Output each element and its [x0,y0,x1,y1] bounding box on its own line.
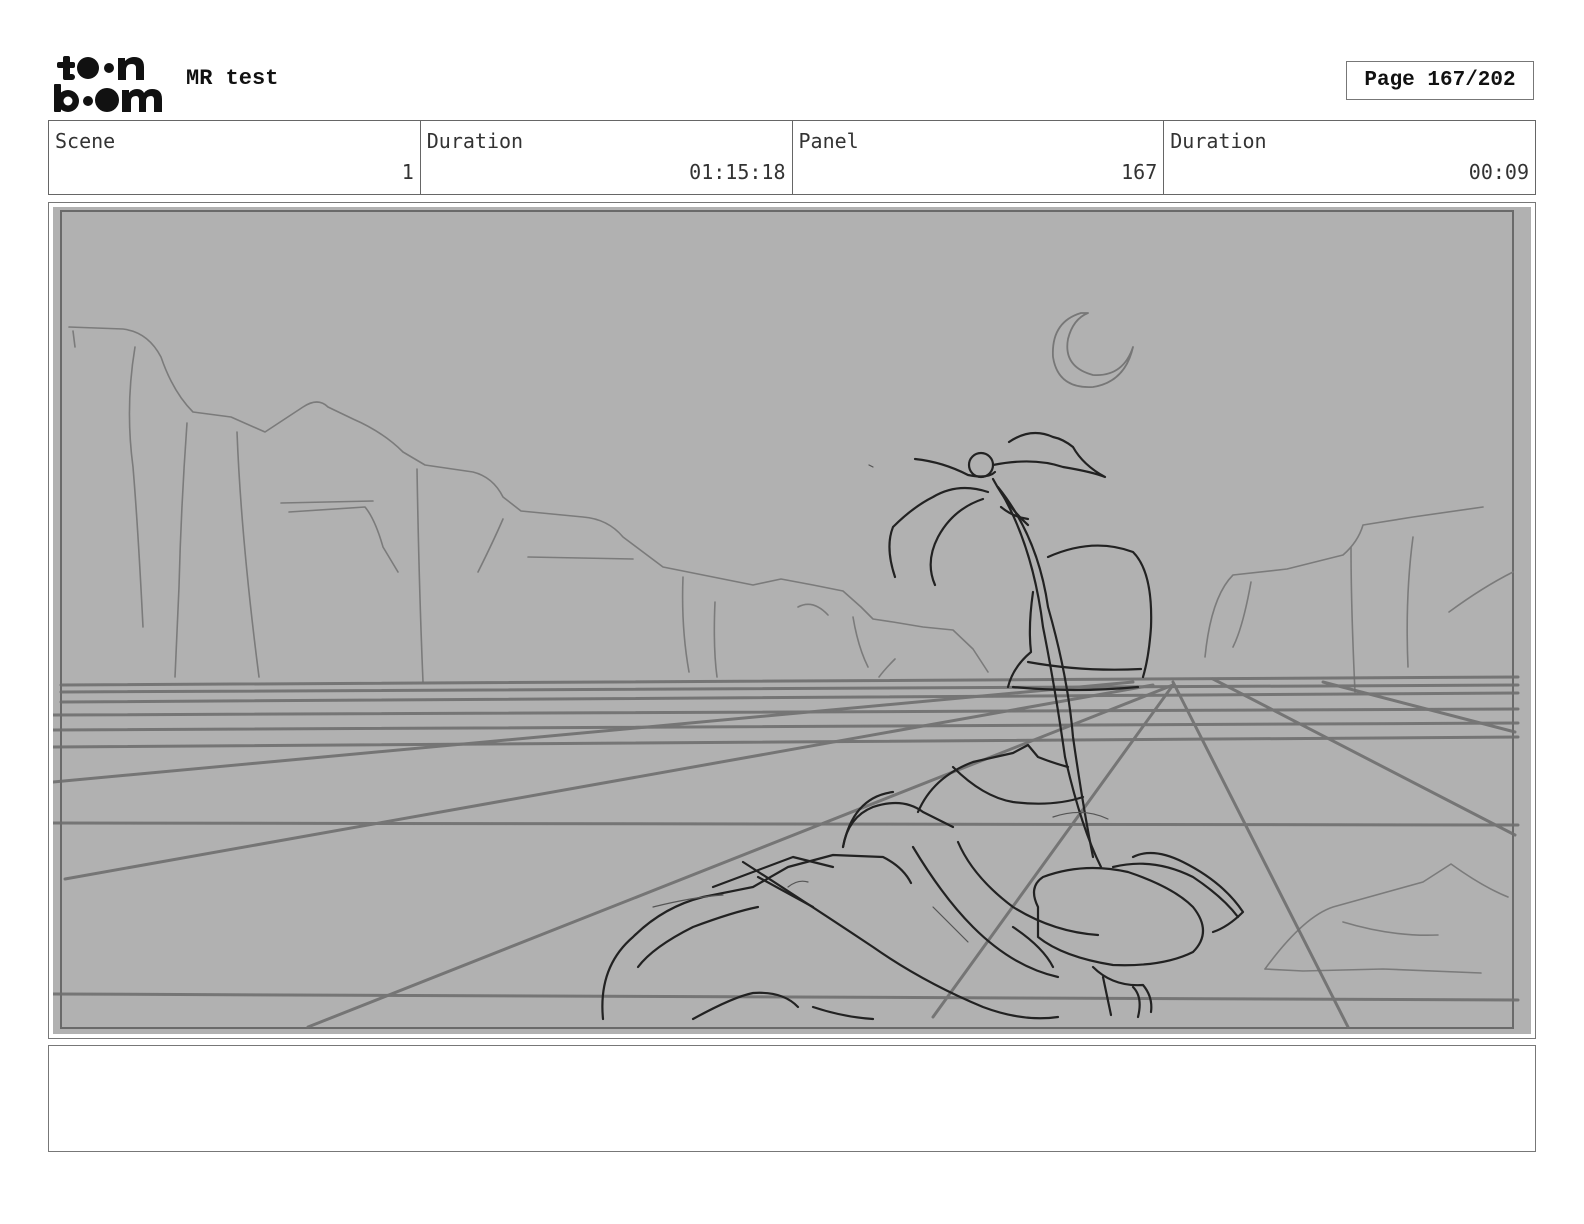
panel-duration-cell: Duration 00:09 [1164,121,1535,194]
page-number: Page 167/202 [1346,61,1534,100]
panel-notes-box [48,1045,1536,1152]
panel-label: Panel [798,129,859,153]
toon-boom-logo-icon [52,50,164,114]
panel-frame [48,202,1536,1039]
scene-duration-cell: Duration 01:15:18 [421,121,793,194]
panel-duration-label: Duration [1170,129,1267,153]
scene-value: 1 [401,160,414,184]
panel-value: 167 [1121,160,1158,184]
scene-duration-value: 01:15:18 [689,160,786,184]
panel-duration-value: 00:09 [1468,160,1529,184]
panel-info-table: Scene 1 Duration 01:15:18 Panel 167 Dura… [48,120,1536,195]
project-title: MR test [186,66,279,91]
storyboard-sketch-icon [53,207,1531,1034]
scene-cell: Scene 1 [49,121,421,194]
panel-cell: Panel 167 [793,121,1165,194]
scene-duration-label: Duration [426,129,524,153]
scene-label: Scene [55,129,116,153]
